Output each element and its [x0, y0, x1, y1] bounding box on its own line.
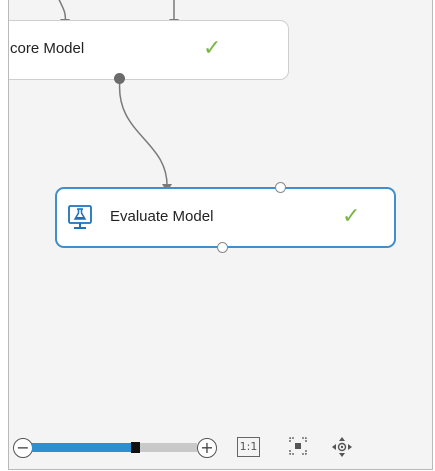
- evaluate-output-port[interactable]: [217, 242, 228, 253]
- pan-icon[interactable]: [331, 436, 353, 463]
- evaluate-input-port-2[interactable]: [275, 182, 286, 193]
- fit-to-screen-icon[interactable]: [288, 436, 308, 461]
- experiment-canvas[interactable]: core Model ✓ Evaluate Model ✓ − + 1:1: [8, 0, 433, 470]
- zoom-out-button[interactable]: −: [13, 438, 33, 458]
- incoming-connection-left: [58, 0, 67, 23]
- zoom-in-button[interactable]: +: [197, 438, 217, 458]
- zoom-slider-thumb[interactable]: [131, 442, 140, 453]
- checkmark-icon: ✓: [203, 35, 222, 60]
- evaluate-model-label: Evaluate Model: [110, 208, 214, 225]
- flask-monitor-icon: [68, 205, 92, 231]
- score-to-evaluate-connection[interactable]: [118, 78, 168, 189]
- checkmark-icon: ✓: [342, 203, 361, 228]
- zoom-slider[interactable]: [32, 442, 197, 453]
- score-output-port[interactable]: [114, 73, 125, 84]
- score-model-module[interactable]: core Model ✓: [9, 20, 289, 80]
- actual-size-button[interactable]: 1:1: [237, 437, 260, 457]
- zoom-toolbar: − + 1:1: [9, 436, 432, 466]
- evaluate-model-module[interactable]: Evaluate Model ✓: [55, 187, 396, 248]
- score-model-label: core Model: [10, 40, 85, 57]
- zoom-slider-fill: [32, 443, 131, 452]
